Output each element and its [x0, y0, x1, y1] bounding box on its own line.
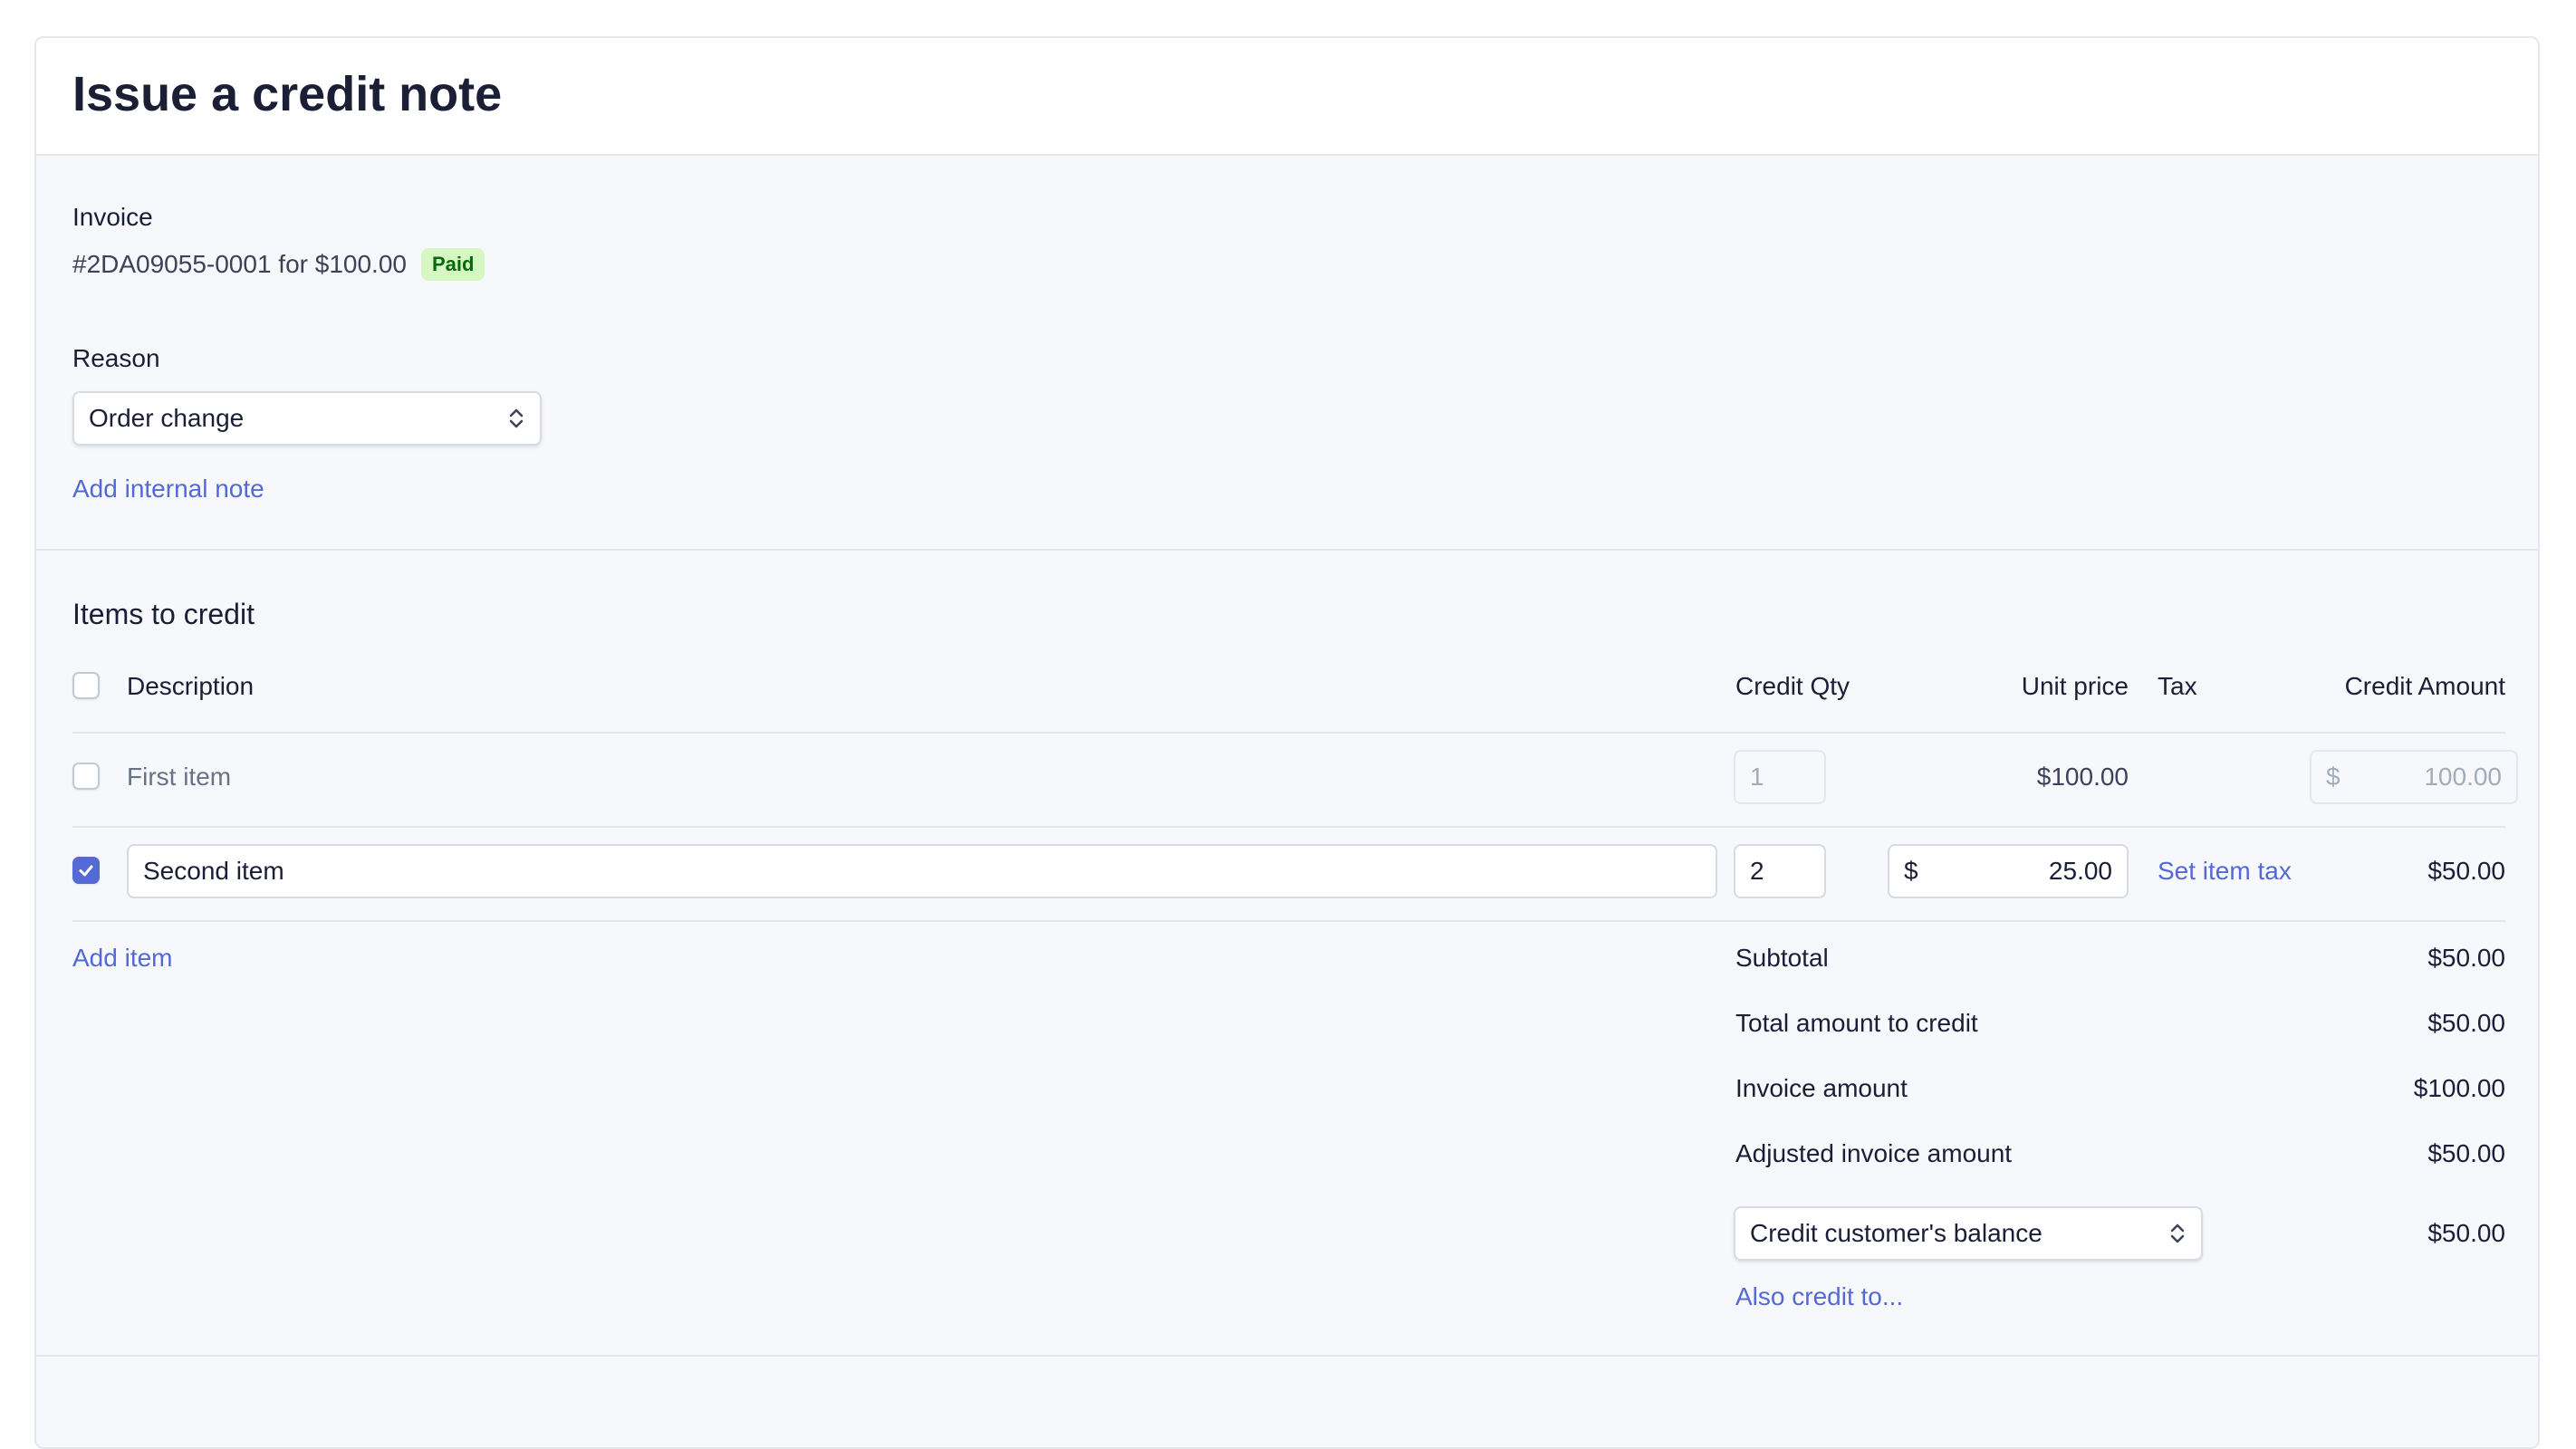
row-checkbox-second-item[interactable]	[72, 857, 100, 884]
reason-select[interactable]: Order change	[72, 391, 542, 446]
column-description: Description	[127, 672, 255, 700]
reason-label: Reason	[72, 344, 160, 372]
divider	[72, 732, 2505, 734]
credit-method-amount: $50.00	[2427, 1219, 2505, 1247]
qty-input-first[interactable]: 1	[1734, 750, 1826, 804]
item-description-input-second[interactable]: Second item	[127, 844, 1717, 898]
checkmark-icon	[79, 865, 93, 877]
subtotal-value: $50.00	[2427, 944, 2505, 972]
divider	[72, 920, 2505, 922]
item-description-first: First item	[127, 763, 232, 791]
items-section: Items to credit Description Credit Qty U…	[36, 551, 2538, 1357]
select-all-checkbox[interactable]	[72, 672, 100, 699]
invoice-reason-section: Invoice #2DA09055-0001 for $100.00 Paid …	[36, 156, 2538, 551]
credit-amount-second: $50.00	[2427, 857, 2505, 885]
add-item-link[interactable]: Add item	[72, 944, 173, 973]
adjusted-invoice-label: Adjusted invoice amount	[1735, 1139, 2013, 1167]
chevron-up-down-icon	[509, 408, 524, 428]
total-credit-label: Total amount to credit	[1735, 1009, 1978, 1037]
items-section-title: Items to credit	[72, 598, 255, 630]
invoice-label: Invoice	[72, 203, 153, 231]
chevron-up-down-icon	[2170, 1223, 2185, 1243]
invoice-amount-value: $100.00	[2413, 1074, 2505, 1102]
status-badge: Paid	[420, 248, 485, 281]
qty-input-second[interactable]: 2	[1734, 844, 1826, 898]
unit-price-input-second[interactable]: $ 25.00	[1888, 844, 2129, 898]
column-unit-price: Unit price	[2021, 672, 2129, 700]
currency-prefix: $	[2326, 763, 2341, 791]
row-checkbox-first-item[interactable]	[72, 763, 100, 790]
card-header: Issue a credit note	[36, 38, 2538, 156]
column-tax: Tax	[2158, 672, 2197, 700]
reason-select-value: Order change	[89, 404, 245, 432]
currency-prefix: $	[1904, 857, 1918, 885]
credit-amount-value: 100.00	[2424, 763, 2502, 791]
column-credit-qty: Credit Qty	[1735, 672, 1850, 700]
invoice-amount-label: Invoice amount	[1735, 1074, 1908, 1102]
total-credit-value: $50.00	[2427, 1009, 2505, 1037]
credit-amount-input-first[interactable]: $ 100.00	[2310, 750, 2518, 804]
page-title: Issue a credit note	[72, 67, 503, 121]
also-credit-to-link[interactable]: Also credit to...	[1735, 1282, 1903, 1311]
invoice-summary-row: #2DA09055-0001 for $100.00 Paid	[72, 248, 485, 281]
invoice-summary: #2DA09055-0001 for $100.00	[72, 250, 407, 278]
credit-note-card: Issue a credit note Invoice #2DA09055-00…	[34, 36, 2540, 1449]
unit-price-first: $100.00	[2036, 763, 2129, 791]
add-internal-note-link[interactable]: Add internal note	[72, 475, 264, 504]
subtotal-label: Subtotal	[1735, 944, 1829, 972]
credit-method-value: Credit customer's balance	[1750, 1219, 2043, 1247]
adjusted-invoice-value: $50.00	[2427, 1139, 2505, 1167]
unit-price-value: 25.00	[2048, 857, 2112, 885]
credit-method-select[interactable]: Credit customer's balance	[1734, 1206, 2203, 1261]
divider	[72, 826, 2505, 828]
column-credit-amount: Credit Amount	[2344, 672, 2505, 700]
